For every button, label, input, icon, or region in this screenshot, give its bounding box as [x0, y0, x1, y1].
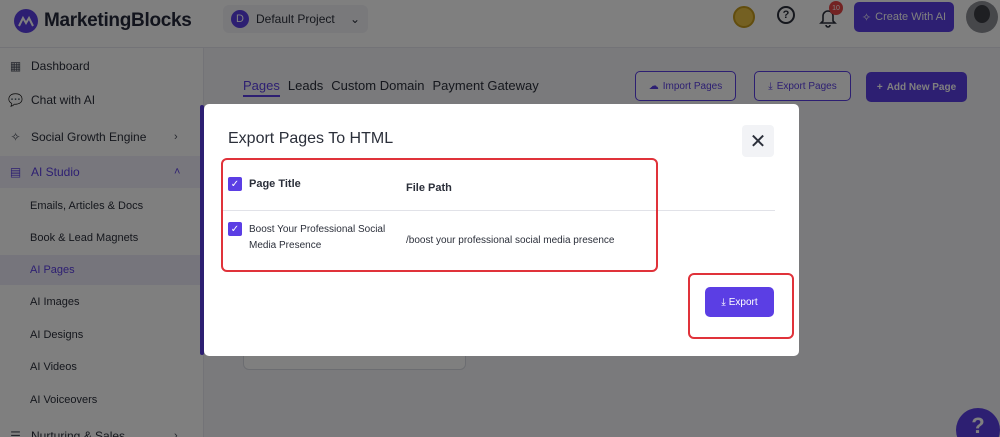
close-icon[interactable]: ✕ [742, 125, 774, 157]
highlight-box-table [221, 158, 658, 272]
highlight-box-export [688, 273, 794, 339]
modal-title: Export Pages To HTML [228, 130, 394, 147]
export-pages-modal: Export Pages To HTML ✕ ✓ Page Title File… [204, 104, 799, 356]
